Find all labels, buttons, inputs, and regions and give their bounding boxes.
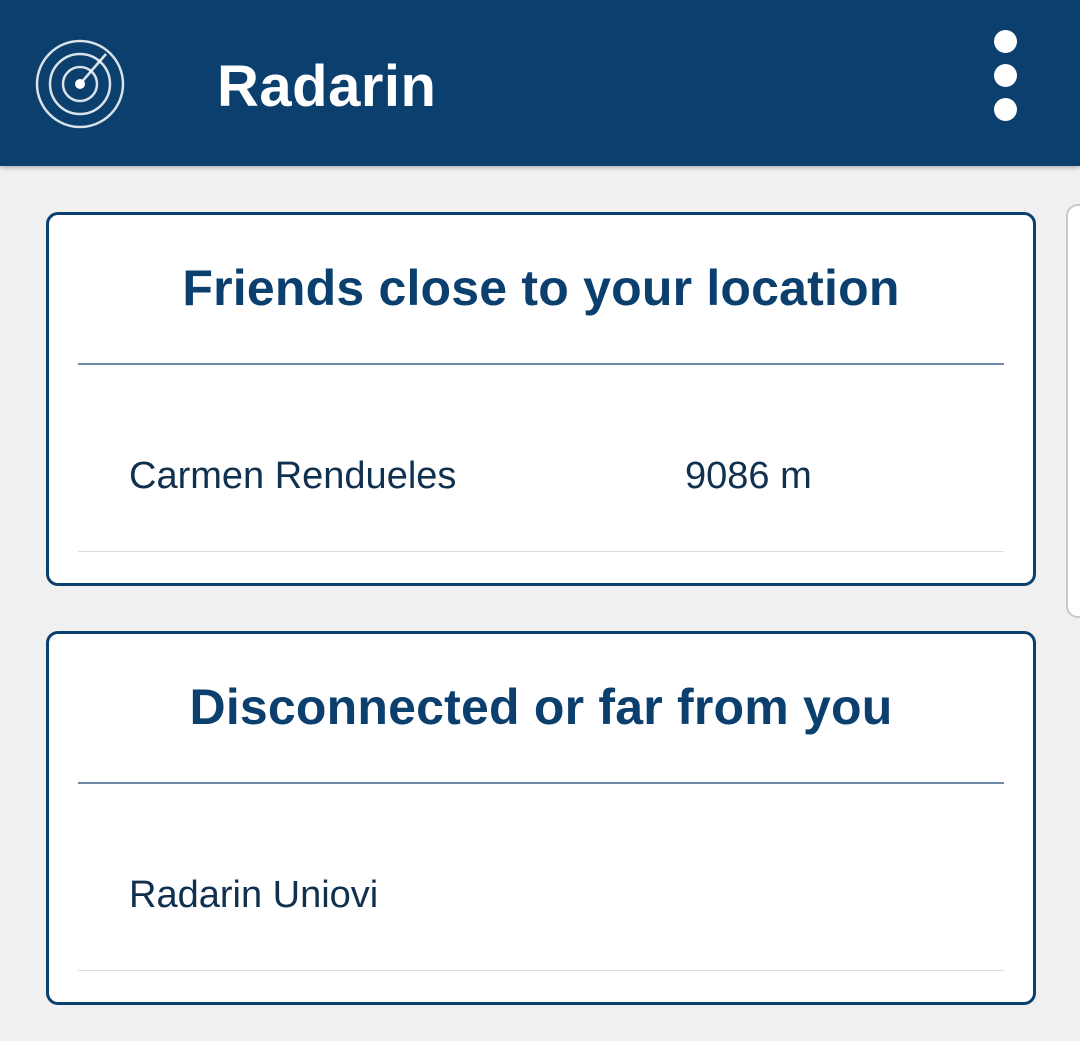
friend-name: Carmen Rendueles — [129, 455, 457, 497]
divider — [78, 782, 1004, 784]
side-panel-edge[interactable] — [1066, 204, 1080, 618]
friend-name: Radarin Uniovi — [129, 874, 379, 916]
app-title: Radarin — [217, 54, 437, 119]
nearby-friends-title: Friends close to your location — [182, 260, 900, 316]
more-vert-icon — [994, 98, 1017, 121]
app-bar: Radarin — [0, 0, 1080, 166]
more-options-button[interactable] — [980, 28, 1030, 124]
divider — [78, 363, 1004, 365]
far-friends-card: Disconnected or far from you Radarin Uni… — [46, 631, 1036, 1005]
far-friends-title: Disconnected or far from you — [189, 679, 893, 735]
nearby-friends-card: Friends close to your location Carmen Re… — [46, 212, 1036, 586]
more-vert-icon — [994, 64, 1017, 87]
friend-row[interactable]: Radarin Uniovi — [78, 864, 1004, 971]
friend-row[interactable]: Carmen Rendueles 9086 m — [78, 445, 1004, 552]
more-vert-icon — [994, 30, 1017, 53]
radar-icon[interactable] — [34, 38, 126, 130]
friend-distance: 9086 m — [685, 455, 812, 497]
